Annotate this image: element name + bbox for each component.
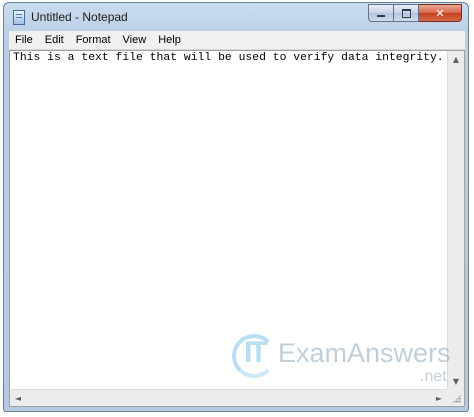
menu-view[interactable]: View [117, 31, 153, 49]
menu-format[interactable]: Format [70, 31, 117, 49]
menu-bar: File Edit Format View Help [9, 31, 465, 50]
minimize-icon [377, 15, 385, 17]
watermark-suffix: .net [420, 368, 447, 385]
menu-edit[interactable]: Edit [39, 31, 70, 49]
resize-grip[interactable] [447, 389, 464, 406]
scroll-right-button[interactable]: ► [431, 390, 447, 406]
watermark-logo-text: IT [244, 336, 268, 369]
notepad-icon[interactable] [13, 10, 25, 25]
scroll-left-button[interactable]: ◄ [10, 390, 26, 406]
minimize-button[interactable] [368, 4, 394, 22]
menu-help[interactable]: Help [152, 31, 187, 49]
title-bar[interactable]: Untitled - Notepad ✕ [4, 3, 468, 31]
close-button[interactable]: ✕ [419, 4, 462, 22]
maximize-icon [401, 8, 411, 18]
window-title: Untitled - Notepad [31, 10, 128, 24]
menu-file[interactable]: File [9, 31, 39, 49]
scroll-up-button[interactable]: ▲ [448, 51, 464, 67]
watermark-brand: ExamAnswers [278, 338, 451, 368]
window-controls: ✕ [368, 4, 462, 23]
maximize-button[interactable] [394, 4, 419, 22]
watermark: IT ExamAnswers .net [232, 330, 457, 390]
horizontal-scrollbar[interactable]: ◄ ► [10, 389, 447, 406]
close-icon: ✕ [435, 6, 445, 20]
